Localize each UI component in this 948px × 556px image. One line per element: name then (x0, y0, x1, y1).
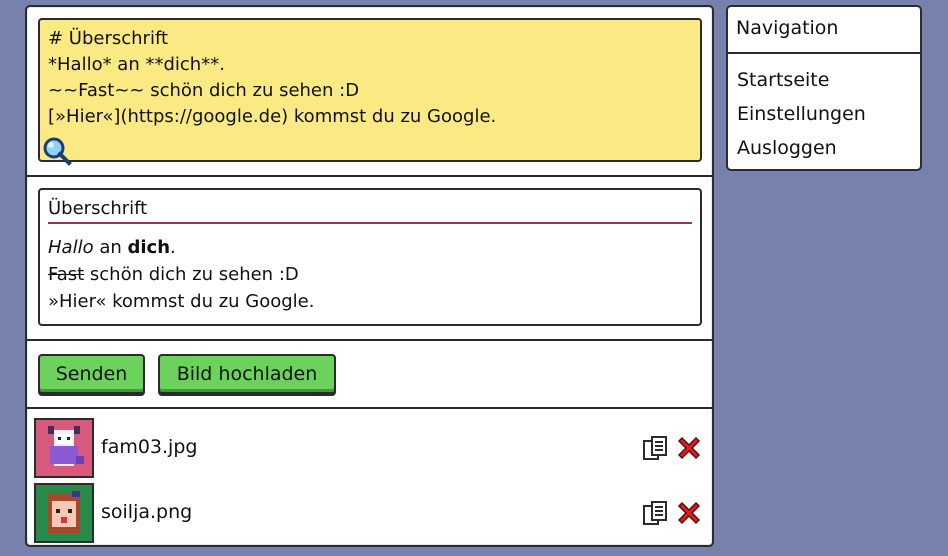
magnifier-icon[interactable] (42, 136, 72, 166)
upload-image-button[interactable]: Bild hochladen (158, 354, 336, 394)
preview-line-3: »Hier« kommst du zu Google. (48, 288, 692, 315)
file-list: fam03.jpg soilja.png (27, 407, 712, 545)
preview-heading: Überschrift (48, 198, 692, 224)
navigation-menu: Startseite Einstellungen Ausloggen (728, 54, 920, 165)
preview-bold: dich (127, 237, 171, 258)
file-thumbnail[interactable] (34, 483, 94, 543)
copy-icon[interactable] (642, 435, 670, 463)
preview-text: . (170, 237, 176, 258)
preview-text: an (93, 237, 128, 258)
editor-line: ~~Fast~~ schön dich zu sehen :D (48, 80, 360, 101)
copy-icon[interactable] (642, 500, 670, 528)
markdown-editor[interactable]: # Überschrift *Hallo* an **dich**. ~~Fas… (38, 18, 702, 166)
preview-section: Überschrift Hallo an dich. Fast schön di… (27, 175, 712, 339)
file-item: fam03.jpg (34, 418, 702, 478)
preview-text: schön dich zu sehen :D (84, 264, 299, 285)
nav-item-einstellungen[interactable]: Einstellungen (728, 97, 920, 131)
file-item: soilja.png (34, 483, 702, 543)
preview-text: kommst du zu Google. (106, 291, 315, 312)
nav-item-startseite[interactable]: Startseite (728, 63, 920, 97)
markdown-preview: Überschrift Hallo an dich. Fast schön di… (38, 188, 702, 326)
file-name: soilja.png (101, 501, 193, 523)
editor-line: *Hallo* an **dich**. (48, 54, 225, 75)
preview-italic: Hallo (48, 237, 94, 258)
navigation-title: Navigation (728, 7, 920, 54)
editor-line: [»Hier«](https://google.de) kommst du zu… (48, 106, 497, 127)
preview-line-1: Hallo an dich. (48, 234, 692, 261)
file-name: fam03.jpg (101, 436, 198, 458)
navigation-panel: Navigation Startseite Einstellungen Ausl… (726, 5, 922, 171)
preview-line-2: Fast schön dich zu sehen :D (48, 261, 692, 288)
delete-icon[interactable] (676, 435, 702, 461)
editor-panel: # Überschrift *Hallo* an **dich**. ~~Fas… (25, 5, 714, 547)
delete-icon[interactable] (676, 500, 702, 526)
editor-section: # Überschrift *Hallo* an **dich**. ~~Fas… (27, 7, 712, 175)
nav-item-ausloggen[interactable]: Ausloggen (728, 131, 920, 165)
editor-line: # Überschrift (48, 28, 169, 49)
file-thumbnail[interactable] (34, 418, 94, 478)
character-image-icon (36, 420, 92, 476)
character-image-icon (36, 485, 92, 541)
action-bar: Senden Bild hochladen (27, 339, 712, 407)
send-button[interactable]: Senden (38, 354, 145, 394)
preview-link[interactable]: »Hier« (48, 291, 106, 312)
preview-strikethrough: Fast (48, 264, 85, 285)
